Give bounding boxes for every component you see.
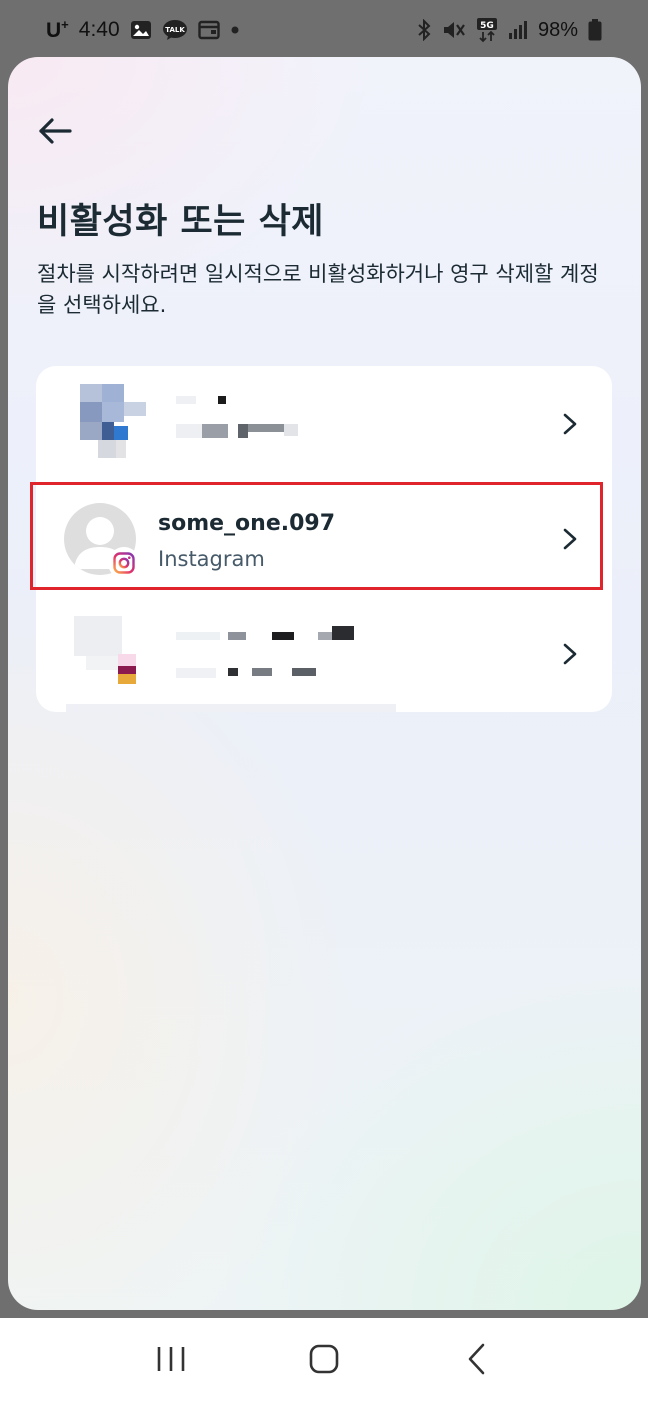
obscured-username [176, 626, 356, 646]
arrow-left-icon [38, 118, 72, 148]
list-footer-divider [66, 704, 396, 712]
mute-icon [442, 19, 466, 41]
status-left: U+ 4:40 TALK [46, 17, 240, 43]
page-title: 비활성화 또는 삭제 [37, 202, 324, 242]
home-button[interactable] [294, 1331, 354, 1391]
page-subtitle: 절차를 시작하려면 일시적으로 비활성화하거나 영구 삭제할 계정을 선택하세요… [37, 262, 599, 317]
account-row[interactable] [36, 596, 612, 711]
account-list: some_one.097 Instagram [36, 366, 612, 712]
5g-icon: 5G [476, 17, 498, 43]
clock: 4:40 [78, 18, 120, 41]
account-username: some_one.097 [158, 511, 336, 536]
chevron-right-icon [562, 412, 578, 436]
account-row-instagram[interactable]: some_one.097 Instagram [36, 481, 612, 596]
recents-button[interactable] [141, 1331, 201, 1391]
obscured-platform [176, 668, 326, 682]
back-icon [467, 1343, 487, 1379]
obscured-avatar [80, 384, 146, 460]
home-icon [309, 1344, 339, 1378]
system-back-button[interactable] [447, 1331, 507, 1391]
wallet-icon [197, 20, 220, 40]
obscured-platform [176, 424, 306, 442]
account-row[interactable] [36, 366, 612, 481]
account-avatar [64, 503, 140, 579]
svg-text:TALK: TALK [165, 26, 185, 34]
svg-text:5G: 5G [480, 21, 494, 31]
battery-icon [588, 19, 602, 41]
bluetooth-icon [416, 19, 432, 41]
chevron-right-icon [562, 642, 578, 666]
recents-icon [156, 1345, 186, 1377]
status-bar: U+ 4:40 TALK 5G 98% [0, 0, 648, 60]
dot-icon [230, 25, 240, 35]
account-platform: Instagram [158, 547, 265, 571]
carrier-label: U+ [46, 17, 69, 42]
status-right: 5G 98% [416, 17, 602, 43]
battery-percent: 98% [537, 18, 578, 41]
back-button[interactable] [34, 112, 76, 154]
signal-icon [508, 20, 528, 40]
deactivate-delete-sheet: 비활성화 또는 삭제 절차를 시작하려면 일시적으로 비활성화하거나 영구 삭제… [8, 57, 641, 1310]
gallery-icon [130, 20, 152, 40]
chevron-right-icon [562, 527, 578, 551]
instagram-icon [108, 547, 140, 579]
navigation-bar [0, 1318, 648, 1404]
obscured-username [176, 396, 236, 406]
talk-icon: TALK [162, 19, 188, 41]
obscured-avatar [74, 616, 144, 688]
